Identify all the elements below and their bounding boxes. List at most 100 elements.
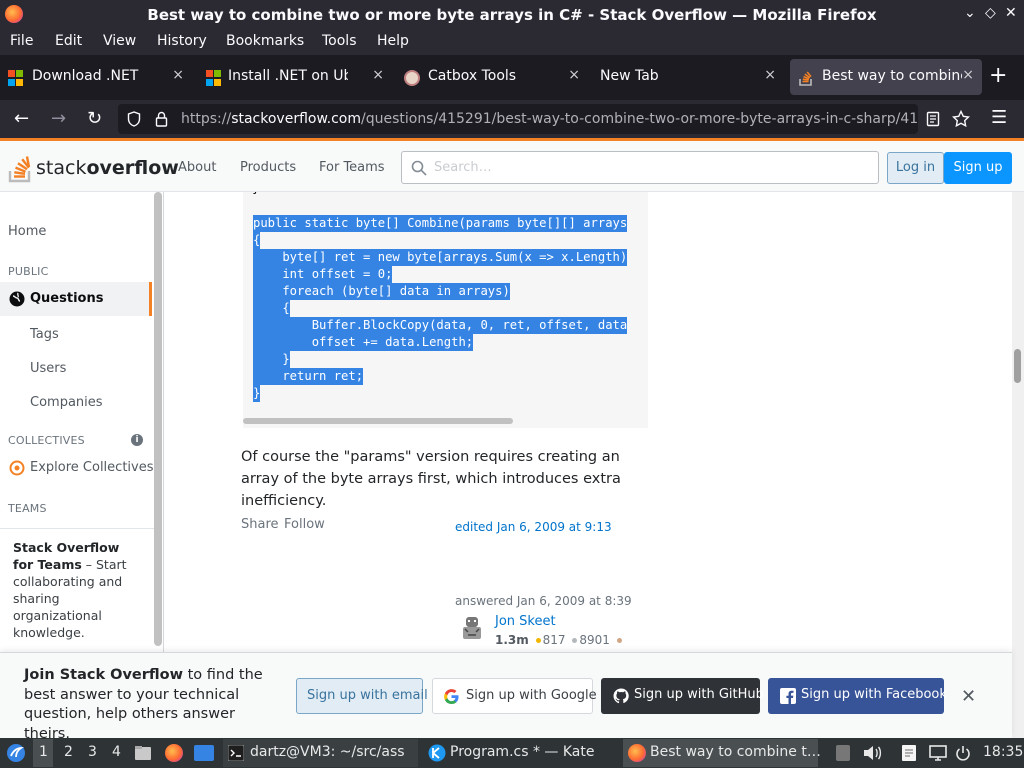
tab-close-button[interactable]: × — [764, 67, 776, 83]
stackoverflow-icon — [798, 70, 814, 86]
banner-close-icon[interactable]: ✕ — [961, 686, 976, 707]
sidebar-item-companies[interactable]: Companies — [30, 395, 103, 410]
login-button[interactable]: Log in — [887, 152, 944, 184]
file-manager-icon[interactable] — [134, 745, 152, 761]
menu-file[interactable]: File — [10, 33, 33, 49]
search-input[interactable]: Search… — [401, 151, 879, 184]
window-titlebar: Best way to combine two or more byte arr… — [0, 0, 1024, 29]
code-line: Buffer.BlockCopy(data, 0, ret, offset, d… — [253, 317, 628, 334]
shutdown-icon[interactable] — [955, 745, 971, 761]
menu-view[interactable]: View — [103, 33, 136, 49]
sidebar-item-explore-collectives[interactable]: Explore Collectives — [30, 460, 154, 475]
code-horizontal-scrollbar[interactable] — [243, 418, 513, 424]
kate-icon[interactable] — [428, 744, 446, 762]
tab-close-button[interactable]: × — [962, 67, 974, 83]
microsoft-icon — [206, 70, 222, 86]
tab-close-button[interactable]: × — [372, 67, 384, 83]
nav-for-teams[interactable]: For Teams — [319, 160, 385, 175]
reload-icon[interactable]: ↻ — [87, 108, 102, 129]
tab-new-tab[interactable]: New Tab × — [592, 59, 784, 95]
signup-facebook-button[interactable]: Sign up with Facebook — [768, 678, 947, 714]
signup-button[interactable]: Sign up — [944, 152, 1012, 184]
menu-edit[interactable]: Edit — [55, 33, 82, 49]
clock: 18:35 — [983, 744, 1024, 760]
signup-github-button[interactable]: Sign up with GitHub — [601, 678, 764, 714]
code-text: } public static byte[] Combine(params by… — [252, 192, 628, 402]
code-line-text: { — [253, 300, 290, 317]
bookmark-star-icon[interactable] — [952, 110, 970, 127]
sidebar-scrollbar[interactable] — [154, 192, 162, 646]
globe-icon — [9, 291, 25, 307]
sidebar-item-tags[interactable]: Tags — [30, 327, 59, 342]
forward-arrow-icon[interactable]: → — [51, 108, 66, 129]
menu-help[interactable]: Help — [377, 33, 409, 49]
kate-task-label[interactable]: Program.cs * — Kate — [450, 744, 594, 760]
notes-icon[interactable] — [900, 744, 918, 762]
gold-badge-icon — [535, 638, 541, 643]
hamburger-menu-icon[interactable]: ☰ — [991, 107, 1007, 128]
user-name-link[interactable]: Jon Skeet — [495, 614, 556, 629]
sidebar-item-home[interactable]: Home — [8, 224, 46, 239]
maximize-button[interactable]: ◇ — [985, 5, 996, 21]
close-window-button[interactable]: ✕ — [1005, 5, 1017, 21]
follow-link[interactable]: Follow — [284, 517, 325, 532]
nav-products[interactable]: Products — [240, 160, 296, 175]
minimize-button[interactable]: ⌄ — [964, 5, 976, 21]
tab-best-way-combine[interactable]: Best way to combine × — [790, 59, 982, 95]
code-line-text: foreach (byte[] data in arrays) — [253, 283, 510, 300]
workspace-1[interactable]: 1 — [39, 744, 48, 760]
stackoverflow-logo-icon — [8, 156, 31, 183]
sidebar-item-questions[interactable]: Questions — [0, 282, 152, 316]
menu-tools[interactable]: Tools — [322, 33, 357, 49]
volume-icon[interactable] — [862, 744, 882, 762]
screen: { "window": { "title": "Best way to comb… — [0, 0, 1024, 768]
lock-icon[interactable] — [155, 111, 168, 127]
shield-icon[interactable] — [127, 111, 141, 127]
silver-badge-icon — [572, 638, 578, 643]
url-bar[interactable]: https://stackoverflow.com/questions/4152… — [118, 104, 918, 134]
workspace-4[interactable]: 4 — [112, 744, 121, 760]
banner-text: Join Stack Overflow to find the best ans… — [24, 667, 263, 738]
share-link[interactable]: Share — [241, 517, 279, 532]
tab-bar: Download .NET (Linu × Install .NET on Ub… — [0, 55, 1024, 100]
facebook-icon — [780, 688, 796, 704]
workspace-3[interactable]: 3 — [88, 744, 97, 760]
code-line-text: } — [253, 385, 261, 402]
back-arrow-icon[interactable]: ← — [14, 108, 29, 129]
code-block[interactable]: } public static byte[] Combine(params by… — [243, 192, 648, 428]
page-scrollbar[interactable] — [1012, 192, 1024, 738]
avatar[interactable] — [460, 615, 484, 643]
page-scrollbar-thumb[interactable] — [1014, 349, 1021, 383]
tab-download-dotnet[interactable]: Download .NET (Linu × — [0, 59, 192, 95]
code-line-text: int offset = 0; — [253, 266, 393, 283]
reader-view-icon[interactable] — [926, 111, 940, 127]
code-line: } — [253, 351, 627, 368]
code-line: } — [253, 385, 627, 402]
signup-google-button[interactable]: Sign up with Google — [432, 678, 597, 714]
code-line-text: { — [253, 232, 261, 249]
tab-close-button[interactable]: × — [172, 67, 184, 83]
so-brand-text: stackoverflow — [36, 157, 179, 179]
menu-history[interactable]: History — [157, 33, 207, 49]
sidebar-item-users[interactable]: Users — [30, 361, 66, 376]
url-text: https://stackoverflow.com/questions/4152… — [181, 111, 917, 127]
desktop-icon[interactable] — [194, 745, 214, 761]
network-icon[interactable] — [928, 744, 948, 762]
code-line-text: } — [253, 351, 290, 368]
signup-email-button[interactable]: Sign up with email — [296, 678, 428, 714]
code-line: byte[] ret = new byte[arrays.Sum(x => x.… — [253, 249, 628, 266]
tab-install-dotnet[interactable]: Install .NET on Ubunt × — [196, 59, 392, 95]
workspace-2[interactable]: 2 — [64, 744, 73, 760]
code-line: { — [253, 232, 627, 249]
new-tab-button[interactable]: + — [989, 63, 1007, 88]
menu-bookmarks[interactable]: Bookmarks — [226, 33, 304, 49]
firefox-launcher-icon[interactable] — [165, 744, 183, 762]
nav-about[interactable]: About — [178, 160, 216, 175]
start-menu-icon[interactable] — [6, 743, 26, 763]
tab-close-button[interactable]: × — [568, 67, 580, 83]
info-icon[interactable]: i — [131, 434, 143, 446]
clipboard-icon[interactable] — [836, 745, 850, 761]
tab-catbox-tools[interactable]: Catbox Tools × — [396, 59, 588, 95]
navigation-bar: ← → ↻ https://stackoverflow.com/question… — [0, 100, 1024, 138]
edited-link[interactable]: edited Jan 6, 2009 at 9:13 — [455, 520, 612, 534]
